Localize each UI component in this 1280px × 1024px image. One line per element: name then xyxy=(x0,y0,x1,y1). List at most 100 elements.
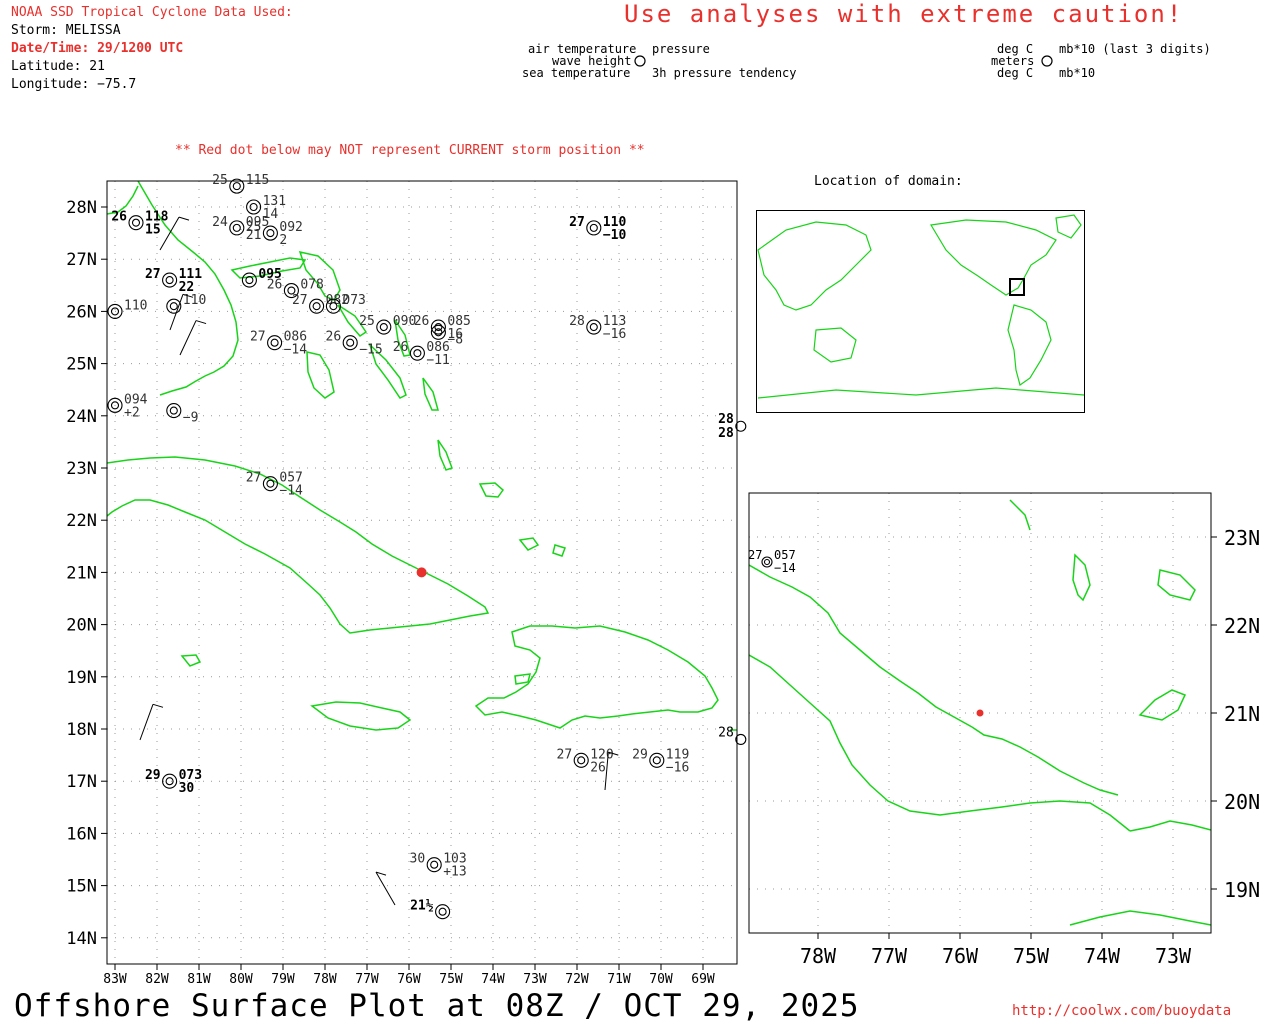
inset-coast-inagua xyxy=(1138,689,1187,721)
inset-coast-haiti-south xyxy=(1069,910,1211,926)
inset-lon-label: 74W xyxy=(1084,944,1121,968)
station-inner-circle xyxy=(312,302,321,311)
coastlines xyxy=(107,181,737,731)
station-plot: 27 086−14 xyxy=(250,330,307,358)
lat-label: 20N xyxy=(66,616,97,636)
wind-barb-flag xyxy=(178,216,190,221)
wind-barb xyxy=(179,320,197,356)
station-plot: 110 xyxy=(166,293,206,314)
inset-coast-cay xyxy=(1072,553,1091,602)
station-inner-circle xyxy=(169,302,178,311)
station-tendency: −14 xyxy=(284,343,308,358)
station-plot: 27 057−14 xyxy=(246,471,303,499)
station-temp: 26 xyxy=(267,278,283,293)
station-temp: 24 xyxy=(212,215,228,230)
station-plot: 27 110−10 xyxy=(569,215,626,243)
station-circle xyxy=(267,335,283,351)
inset-lat-label: 19N xyxy=(1224,878,1260,902)
station-temp: 25 xyxy=(212,173,228,188)
lat-label: 15N xyxy=(66,877,97,897)
lon-label: 83W xyxy=(103,972,127,987)
station-circle xyxy=(162,272,178,288)
lon-label: 79W xyxy=(271,972,295,987)
coast-inagua xyxy=(478,482,505,498)
lon-label: 70W xyxy=(649,972,673,987)
main-surface-map: 28N 27N 26N 25N 24N 23N 22N 21N 20N 19N 18N 17N 16N 1… xyxy=(66,173,747,987)
lon-label: 81W xyxy=(187,972,211,987)
inset-station-pressure: 057 xyxy=(774,548,796,562)
station-pressure: 115 xyxy=(246,173,269,188)
station-pressure: 078 xyxy=(300,278,323,293)
station-inner-circle xyxy=(589,223,598,232)
inset-lon-label: 78W xyxy=(800,944,837,968)
station-temp: 30 xyxy=(410,852,426,867)
station-temp: 21½ xyxy=(410,899,434,914)
station-temp: 26 xyxy=(393,340,409,355)
lon-label: 71W xyxy=(607,972,631,987)
station-plot: 094+2 xyxy=(107,392,148,420)
lat-label: 19N xyxy=(66,668,97,688)
station-tendency: −16 xyxy=(603,327,626,342)
station-plot: 27 11122 xyxy=(145,267,202,295)
station-plot: 27 12026 xyxy=(557,747,614,775)
inset-lon-label: 73W xyxy=(1155,944,1192,968)
inset-lon-label: 77W xyxy=(871,944,908,968)
station-temp: 27 xyxy=(292,293,308,308)
inset-lon-label: 76W xyxy=(942,944,979,968)
station-circle xyxy=(246,199,262,215)
station-inner-circle xyxy=(577,756,586,765)
station-circle xyxy=(162,773,178,789)
inset-lon-label: 75W xyxy=(1013,944,1050,968)
inset-station-temp: 27 xyxy=(748,548,762,562)
wind-barb xyxy=(375,871,396,906)
station-temp: 27 xyxy=(246,471,262,486)
station-inner-circle xyxy=(165,777,174,786)
coast-long-island xyxy=(422,377,439,411)
station-tendency: −9 xyxy=(183,411,199,426)
station-plot: 25 090 xyxy=(359,314,416,335)
lon-label: 78W xyxy=(313,972,337,987)
station-inner-circle xyxy=(165,276,174,285)
inset-lat-label: 20N xyxy=(1224,790,1260,814)
station-circle xyxy=(573,752,589,768)
edge-buoy-temp: 28 xyxy=(718,412,734,427)
lat-label: 17N xyxy=(66,772,97,792)
coast-jamaica xyxy=(310,701,412,731)
station-temp: 27 xyxy=(250,330,266,345)
plot-banner: Offshore Surface Plot at 08Z / OCT 29, 2… xyxy=(14,988,860,1024)
station-plot: 29 119−16 xyxy=(632,747,689,775)
source-url: http://coolwx.com/buoydata xyxy=(1012,1003,1232,1019)
inset-longitude-labels: 78W 77W 76W 75W 74W 73W xyxy=(800,944,1192,968)
inset-lat-label: 21N xyxy=(1224,702,1260,726)
station-pressure: 073 xyxy=(342,293,365,308)
station-plot: 21½ xyxy=(410,899,451,920)
lon-label: 73W xyxy=(523,972,547,987)
units-deg-c-sea: deg C xyxy=(997,66,1034,80)
lon-label: 80W xyxy=(229,972,253,987)
station-temp: 25 xyxy=(246,220,262,235)
station-tendency: −16 xyxy=(666,760,689,775)
coast-caicos xyxy=(518,537,540,551)
units-mb-tendency: mb*10 xyxy=(1059,66,1096,80)
station-tendency: +13 xyxy=(443,865,466,880)
station-plot: 25 0922 xyxy=(246,220,303,248)
station-circle xyxy=(649,752,665,768)
inset-latitude-labels: 23N 22N 21N 20N 19N xyxy=(1224,526,1260,902)
station-tendency: 15 xyxy=(145,223,161,238)
station-temp: 27 xyxy=(569,215,585,230)
station-plot: 28 113−16 xyxy=(569,314,626,342)
inset-coast-turks xyxy=(1157,569,1196,601)
station-plot: 30 103+13 xyxy=(410,852,467,880)
inset-station-inner-circle xyxy=(763,558,771,566)
inset-coast-cuba-south xyxy=(749,654,1131,832)
coast-turks xyxy=(552,544,566,557)
locator-title: Location of domain: xyxy=(814,174,963,189)
zoomed-inset-map: 23N 22N 21N 20N 19N 78W 77W 76W 75W 74W 73W 27 05… xyxy=(748,492,1260,968)
inset-station-circle xyxy=(761,556,773,568)
station-tendency: −11 xyxy=(426,353,449,368)
station-temp: 27 xyxy=(145,267,161,282)
station-inner-circle xyxy=(169,406,178,415)
edge-buoy-plot: 2828 xyxy=(718,412,747,441)
station-tendency: +2 xyxy=(124,405,140,420)
station-circle xyxy=(229,220,245,236)
